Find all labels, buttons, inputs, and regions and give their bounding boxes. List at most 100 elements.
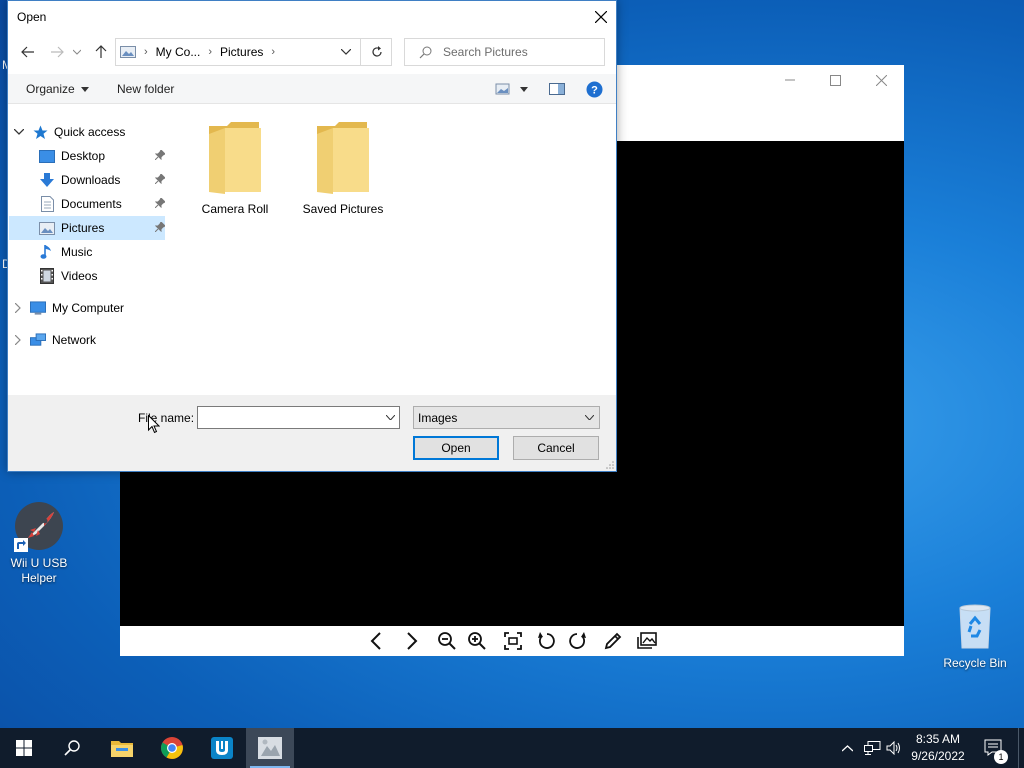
back-button[interactable] <box>17 37 39 67</box>
resize-grip-icon[interactable] <box>606 461 614 469</box>
notification-badge: 1 <box>994 750 1008 764</box>
nav-label: My Computer <box>52 301 125 315</box>
clock-time: 8:35 AM <box>915 732 961 746</box>
nav-documents[interactable]: Documents <box>9 192 165 216</box>
breadcrumb-my-computer[interactable]: My Co... <box>156 45 201 59</box>
folder-icon <box>315 122 371 194</box>
nav-label: Downloads <box>61 173 121 187</box>
rotate-left-icon <box>538 632 555 649</box>
minimize-button[interactable] <box>767 65 813 95</box>
mouse-cursor-icon <box>148 415 160 434</box>
arrow-left-icon <box>21 46 34 58</box>
previous-button[interactable] <box>360 626 394 656</box>
view-icon <box>495 83 510 95</box>
nav-quick-access[interactable]: Quick access <box>8 120 168 144</box>
zoom-in-button[interactable] <box>460 626 494 656</box>
search-button[interactable] <box>48 728 96 768</box>
organize-label: Organize <box>26 82 75 96</box>
edit-button[interactable] <box>596 626 630 656</box>
help-button[interactable]: ? <box>586 74 603 104</box>
up-button[interactable] <box>90 37 112 67</box>
nav-desktop[interactable]: Desktop <box>9 144 165 168</box>
edit-icon <box>604 632 622 650</box>
taskbar-wiiu-app[interactable] <box>198 728 246 768</box>
nav-network[interactable]: Network <box>8 328 168 352</box>
address-bar[interactable]: › My Co... › Pictures › <box>115 38 392 66</box>
arrow-right-icon <box>51 46 64 58</box>
caret-down-icon <box>520 86 528 92</box>
rotate-left-button[interactable] <box>530 626 564 656</box>
maximize-button[interactable] <box>812 65 858 95</box>
open-button[interactable]: Open <box>413 436 499 460</box>
breadcrumb-separator-icon: › <box>208 46 213 58</box>
chevron-down-icon <box>386 415 395 420</box>
folder-camera-roll[interactable]: Camera Roll <box>185 122 285 216</box>
cancel-button[interactable]: Cancel <box>513 436 599 460</box>
preview-pane-button[interactable] <box>549 74 565 104</box>
gallery-button[interactable] <box>630 626 664 656</box>
search-icon <box>419 46 432 58</box>
desktop-icon-wiiu-usb-helper[interactable]: Wii U USB Helper <box>0 502 78 586</box>
tray-clock[interactable]: 8:35 AM 9/26/2022 <box>900 731 976 765</box>
open-button-label: Open <box>441 441 471 455</box>
rotate-right-button[interactable] <box>560 626 594 656</box>
zoom-out-icon <box>438 632 456 650</box>
search-box[interactable]: Search Pictures <box>404 38 605 66</box>
show-desktop-button[interactable] <box>1018 728 1024 768</box>
start-button[interactable] <box>0 728 48 768</box>
fit-to-window-button[interactable] <box>496 626 530 656</box>
viewer-toolbar <box>120 626 904 656</box>
forward-button[interactable] <box>46 37 68 67</box>
zoom-in-icon <box>468 632 486 650</box>
nav-label: Quick access <box>54 125 126 139</box>
taskbar-image-viewer[interactable] <box>246 728 294 768</box>
recent-locations-button[interactable] <box>70 37 84 67</box>
rocket-icon <box>14 502 64 552</box>
folder-label: Camera Roll <box>201 202 269 216</box>
refresh-icon <box>371 46 382 57</box>
file-explorer-icon <box>111 741 133 757</box>
close-icon <box>595 10 607 23</box>
action-center-button[interactable]: 1 <box>980 728 1008 768</box>
network-icon <box>30 332 46 348</box>
download-arrow-icon <box>39 172 55 188</box>
nav-music[interactable]: Music <box>9 240 165 264</box>
nav-pictures[interactable]: Pictures <box>9 216 165 240</box>
star-icon <box>32 124 48 140</box>
nav-videos[interactable]: Videos <box>9 264 165 288</box>
close-button[interactable] <box>858 65 904 95</box>
file-type-value: Images <box>418 410 458 425</box>
taskbar-chrome[interactable] <box>148 728 196 768</box>
change-view-button[interactable] <box>495 74 511 104</box>
new-folder-button[interactable]: New folder <box>117 74 174 104</box>
breadcrumb-pictures[interactable]: Pictures <box>220 45 263 59</box>
svg-text:?: ? <box>591 84 598 96</box>
rotate-right-icon <box>569 632 586 649</box>
next-button[interactable] <box>394 626 428 656</box>
nav-label: Desktop <box>61 149 106 163</box>
refresh-button[interactable] <box>360 39 392 65</box>
desktop-icon-recycle-bin[interactable]: Recycle Bin <box>936 602 1014 671</box>
view-options-button[interactable] <box>520 74 528 104</box>
nav-downloads[interactable]: Downloads <box>9 168 165 192</box>
address-dropdown-button[interactable] <box>337 39 355 65</box>
breadcrumb-separator-icon: › <box>144 46 148 58</box>
minimize-icon <box>785 79 795 81</box>
file-type-select[interactable]: Images <box>413 406 600 429</box>
tray-network-button[interactable] <box>862 728 882 768</box>
nav-my-computer[interactable]: My Computer <box>8 296 168 320</box>
search-icon <box>64 740 80 756</box>
chevron-down-icon <box>14 129 24 135</box>
organize-button[interactable]: Organize <box>26 74 89 104</box>
nav-label: Network <box>52 333 97 347</box>
taskbar-file-explorer[interactable] <box>98 728 146 768</box>
dialog-close-button[interactable] <box>586 1 616 32</box>
chevron-down-icon <box>585 415 594 420</box>
search-placeholder: Search Pictures <box>443 45 528 59</box>
zoom-out-button[interactable] <box>430 626 464 656</box>
tray-show-hidden-button[interactable] <box>838 728 856 768</box>
file-name-input[interactable] <box>197 406 400 429</box>
folder-saved-pictures[interactable]: Saved Pictures <box>293 122 393 216</box>
desktop-icon <box>39 148 55 164</box>
command-bar: Organize New folder ? <box>8 74 616 104</box>
